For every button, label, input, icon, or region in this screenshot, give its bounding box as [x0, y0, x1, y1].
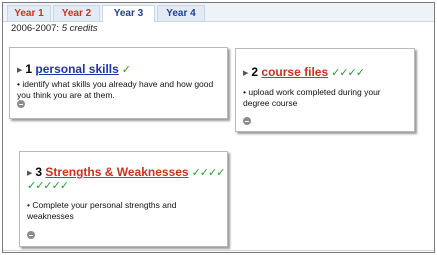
card-number: 1 [25, 62, 33, 76]
checkmark-icon: ✓✓✓✓✓ [27, 180, 69, 192]
card-heading: ▶ 3 Strengths & Weaknesses ✓✓✓✓ ✓✓✓✓✓ [27, 165, 226, 192]
triangle-right-icon[interactable]: ▶ [27, 170, 32, 177]
tab-year-2[interactable]: Year 2 [53, 5, 100, 21]
activity-panel: Year 1 Year 2 Year 3 Year 4 2006-2007: 5… [2, 2, 435, 253]
card-title-link[interactable]: personal skills [35, 62, 118, 76]
card-heading: ▶ 2 course files ✓✓✓✓ [243, 65, 365, 79]
session-credits: 5 credits [61, 23, 98, 34]
divider [3, 250, 434, 251]
checkmark-icon: ✓ [121, 64, 131, 76]
skill-card-personal-skills: ▶ 1 personal skills ✓ • identify what skil… [9, 47, 228, 119]
card-description: • Complete your personal strengths and w… [27, 200, 177, 221]
card-description: • upload work completed during your degr… [243, 87, 381, 108]
skill-card-course-files: ▶ 2 course files ✓✓✓✓ • upload work comple… [235, 48, 415, 132]
card-description: • identify what skills you already have … [17, 79, 214, 100]
card-title-link[interactable]: Strengths & Weaknesses [45, 165, 188, 179]
session-years: 2006-2007: [11, 23, 60, 34]
card-number: 2 [251, 65, 259, 79]
checkmark-icon: ✓✓✓✓ [331, 67, 365, 79]
triangle-right-icon[interactable]: ▶ [17, 67, 22, 74]
card-number: 3 [35, 165, 43, 179]
tab-year-1[interactable]: Year 1 [7, 5, 51, 21]
checkmark-icon: ✓✓✓✓ [191, 167, 226, 179]
card-title-link[interactable]: course files [261, 65, 328, 79]
tab-year-4[interactable]: Year 4 [157, 5, 205, 21]
year-tabs: Year 1 Year 2 Year 3 Year 4 [3, 3, 434, 22]
session-info: 2006-2007: 5 credits [11, 23, 98, 34]
minus-circle-icon[interactable] [17, 100, 25, 108]
minus-circle-icon[interactable] [27, 231, 35, 239]
triangle-right-icon[interactable]: ▶ [243, 70, 248, 77]
tab-year-3[interactable]: Year 3 [102, 5, 155, 22]
minus-circle-icon[interactable] [243, 117, 251, 125]
skill-card-strengths-weaknesses: ▶ 3 Strengths & Weaknesses ✓✓✓✓ ✓✓✓✓✓ • Co… [19, 151, 228, 247]
card-heading: ▶ 1 personal skills ✓ [17, 62, 131, 76]
